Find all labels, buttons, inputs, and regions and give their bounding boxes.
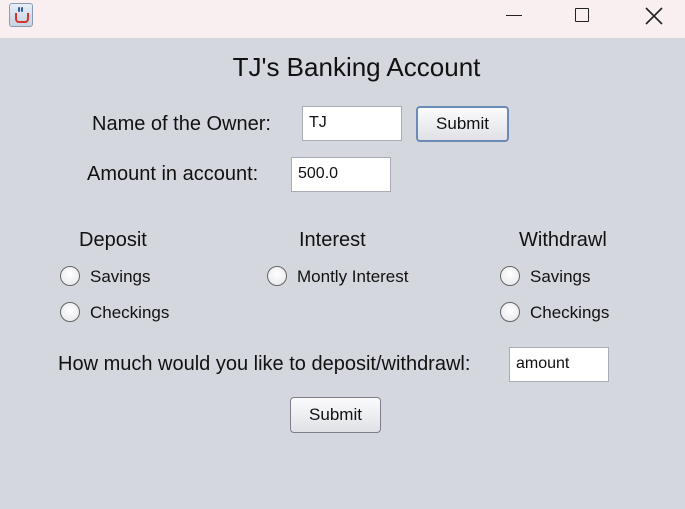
transaction-submit-button[interactable]: Submit	[290, 397, 381, 433]
java-icon[interactable]	[9, 3, 33, 27]
close-button[interactable]	[624, 0, 684, 32]
app-window: TJ's Banking Account Name of the Owner: …	[0, 0, 685, 509]
owner-name-label: Name of the Owner:	[92, 113, 271, 135]
account-amount-field[interactable]: 500.0	[291, 157, 391, 192]
account-amount-label: Amount in account:	[87, 163, 259, 185]
page-title: TJ's Banking Account	[232, 52, 481, 82]
transaction-amount-input[interactable]: amount	[509, 347, 609, 382]
withdraw-savings-radio[interactable]	[500, 266, 520, 286]
deposit-checkings-radio[interactable]	[60, 302, 80, 322]
deposit-heading: Deposit	[79, 229, 147, 251]
withdraw-heading: Withdrawl	[519, 229, 607, 251]
content-panel: TJ's Banking Account Name of the Owner: …	[0, 38, 685, 509]
withdraw-checkings-radio[interactable]	[500, 302, 520, 322]
close-icon	[645, 7, 663, 25]
deposit-savings-radio[interactable]	[60, 266, 80, 286]
deposit-checkings-label: Checkings	[90, 303, 170, 322]
monthly-interest-radio[interactable]	[267, 266, 287, 286]
monthly-interest-label: Montly Interest	[297, 267, 409, 286]
owner-name-input[interactable]: TJ	[302, 106, 402, 141]
deposit-savings-label: Savings	[90, 267, 151, 286]
minimize-button[interactable]	[484, 0, 544, 32]
transaction-prompt-label: How much would you like to deposit/withd…	[58, 353, 471, 375]
interest-heading: Interest	[299, 229, 366, 251]
withdraw-checkings-label: Checkings	[530, 303, 610, 322]
title-bar	[0, 0, 685, 38]
withdraw-savings-label: Savings	[530, 267, 591, 286]
maximize-button[interactable]	[552, 0, 612, 32]
owner-submit-button[interactable]: Submit	[416, 106, 509, 142]
